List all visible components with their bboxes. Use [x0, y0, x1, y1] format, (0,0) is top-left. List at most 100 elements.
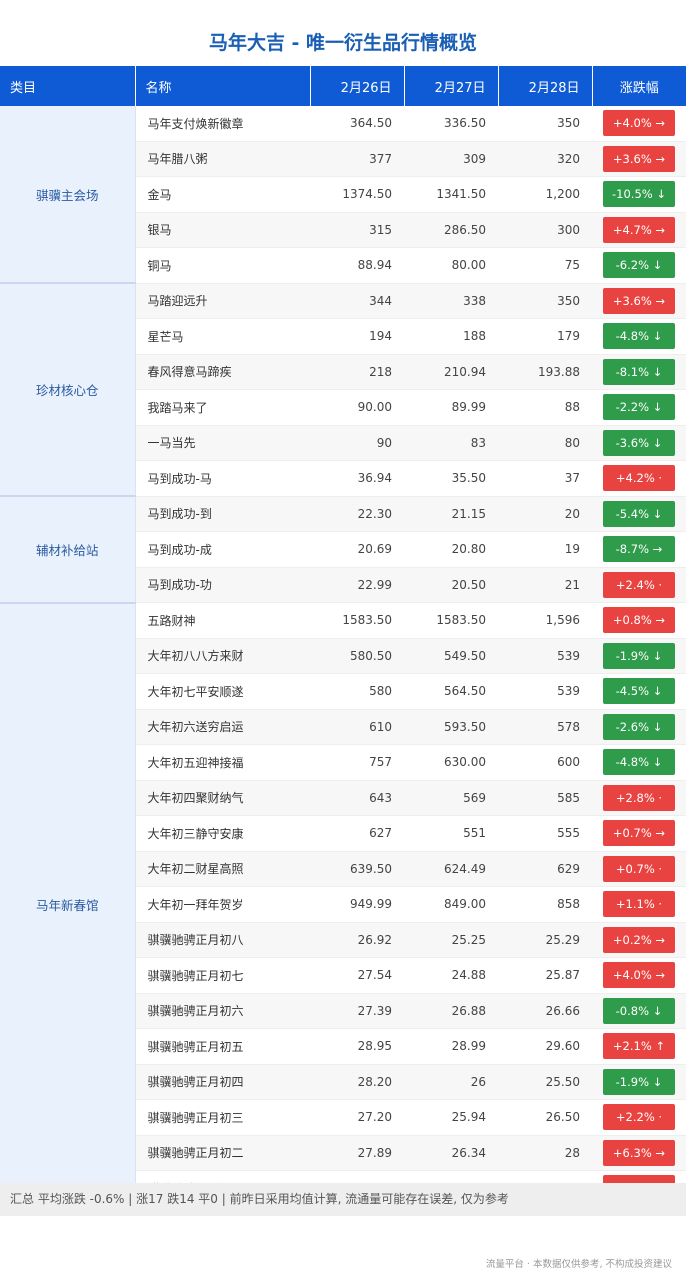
item-name: 马年腊八粥: [135, 141, 310, 177]
price-date-3: 1,596: [498, 602, 592, 639]
change-badge: -3.6% ↓: [603, 429, 675, 456]
change-cell: +0.7% →: [592, 815, 686, 852]
change-cell: -4.8% ↓: [592, 744, 686, 781]
price-date-2: 630.00: [404, 744, 498, 781]
price-date-3: 350: [498, 106, 592, 142]
price-date-3: 26.66: [498, 993, 592, 1029]
change-cell: +6.3% →: [592, 1135, 686, 1171]
price-date-1: 22.99: [310, 567, 404, 603]
change-badge: +2.8% ·: [603, 784, 675, 811]
price-date-3: 300: [498, 212, 592, 248]
price-date-1: 949.99: [310, 886, 404, 923]
summary-bar: 汇总 平均涨跌 -0.6% | 涨17 跌14 平0 | 前昨日采用均值计算, …: [0, 1183, 686, 1216]
change-cell: +2.4% ·: [592, 567, 686, 603]
price-date-3: 320: [498, 141, 592, 177]
price-date-2: 210.94: [404, 354, 498, 390]
price-date-2: 309: [404, 141, 498, 177]
change-badge: -2.2% ↓: [603, 394, 675, 421]
price-date-1: 315: [310, 212, 404, 248]
change-cell: -5.4% ↓: [592, 496, 686, 532]
change-cell: -8.7% →: [592, 531, 686, 568]
change-cell: +3.6% →: [592, 141, 686, 177]
price-date-2: 35.50: [404, 460, 498, 497]
item-name: 五路财神: [135, 602, 310, 639]
change-badge: +3.6% →: [603, 287, 675, 314]
change-cell: +0.7% ·: [592, 851, 686, 887]
item-name: 大年初一拜年贺岁: [135, 886, 310, 923]
header-category[interactable]: 类目: [0, 66, 136, 106]
price-date-3: 26.50: [498, 1099, 592, 1136]
price-date-2: 26.88: [404, 993, 498, 1029]
change-badge: +0.8% →: [603, 607, 675, 634]
change-badge: +3.6% →: [603, 145, 675, 172]
change-badge: -4.8% ↓: [603, 749, 675, 776]
change-badge: +4.7% →: [603, 216, 675, 243]
change-cell: +0.2% →: [592, 922, 686, 958]
price-date-1: 20.69: [310, 531, 404, 568]
header-name[interactable]: 名称: [135, 66, 311, 106]
price-date-2: 564.50: [404, 673, 498, 710]
price-date-1: 643: [310, 780, 404, 816]
price-date-2: 20.50: [404, 567, 498, 603]
change-badge: -6.2% ↓: [603, 252, 675, 279]
price-date-1: 27.20: [310, 1099, 404, 1136]
item-name: 骐骥驰骋正月初八: [135, 922, 310, 958]
change-badge: -4.5% ↓: [603, 678, 675, 705]
change-cell: +4.0% →: [592, 957, 686, 994]
price-date-2: 286.50: [404, 212, 498, 248]
price-date-1: 90.00: [310, 389, 404, 426]
change-badge: +2.4% ·: [603, 571, 675, 598]
price-date-1: 27.54: [310, 957, 404, 994]
table-row[interactable]: 骐骥主会场 马年支付焕新徽章 364.50 336.50 350 +4.0% →: [0, 106, 686, 284]
change-badge: +0.7% ·: [603, 855, 675, 882]
change-cell: -0.8% ↓: [592, 993, 686, 1029]
change-badge: -10.5% ↓: [603, 181, 675, 208]
header-change[interactable]: 涨跌幅: [592, 66, 686, 106]
price-date-2: 188: [404, 318, 498, 355]
change-badge: +4.2% ·: [603, 465, 675, 492]
change-cell: +2.2% ·: [592, 1099, 686, 1136]
table-row[interactable]: 辅材补给站 马到成功-到 22.30 21.15 20 -5.4% ↓: [0, 496, 686, 604]
header-date-1[interactable]: 2月26日: [310, 66, 405, 106]
category-cell: 辅材补给站: [0, 496, 136, 604]
item-name: 骐骥驰骋正月初三: [135, 1099, 310, 1136]
price-date-2: 551: [404, 815, 498, 852]
price-date-3: 539: [498, 673, 592, 710]
price-date-1: 757: [310, 744, 404, 781]
change-cell: -1.9% ↓: [592, 1064, 686, 1100]
change-badge: +0.2% →: [603, 926, 675, 953]
price-date-1: 27.39: [310, 993, 404, 1029]
price-date-2: 25.25: [404, 922, 498, 958]
item-name: 骐骥驰骋正月初七: [135, 957, 310, 994]
header-date-2[interactable]: 2月27日: [404, 66, 499, 106]
price-date-1: 364.50: [310, 106, 404, 142]
item-name: 春风得意马蹄疾: [135, 354, 310, 390]
change-badge: -8.7% →: [603, 536, 675, 563]
table-row[interactable]: 珍材核心仓 马踏迎远升 344 338 350 +3.6% →: [0, 283, 686, 497]
change-cell: -2.6% ↓: [592, 709, 686, 745]
price-date-1: 194: [310, 318, 404, 355]
table-row[interactable]: 马年新春馆 五路财神 1583.50 1583.50 1,596 +0.8% →: [0, 602, 686, 1207]
change-cell: -6.2% ↓: [592, 247, 686, 284]
price-date-2: 20.80: [404, 531, 498, 568]
price-date-1: 627: [310, 815, 404, 852]
price-date-1: 580: [310, 673, 404, 710]
price-date-2: 26: [404, 1064, 498, 1100]
item-name: 金马: [135, 176, 310, 213]
change-badge: +4.0% →: [603, 962, 675, 989]
header-date-3[interactable]: 2月28日: [498, 66, 593, 106]
change-cell: -1.9% ↓: [592, 638, 686, 674]
price-date-1: 1583.50: [310, 602, 404, 639]
change-cell: -10.5% ↓: [592, 176, 686, 213]
change-badge: -5.4% ↓: [603, 500, 675, 527]
item-name: 骐骥驰骋正月初四: [135, 1064, 310, 1100]
price-date-1: 22.30: [310, 496, 404, 532]
change-badge: +2.1% ↑: [603, 1033, 675, 1060]
change-cell: +4.2% ·: [592, 460, 686, 497]
change-badge: +6.3% →: [603, 1139, 675, 1166]
change-badge: +0.7% →: [603, 820, 675, 847]
price-date-1: 88.94: [310, 247, 404, 284]
price-date-1: 28.95: [310, 1028, 404, 1065]
price-date-1: 377: [310, 141, 404, 177]
change-cell: -2.2% ↓: [592, 389, 686, 426]
